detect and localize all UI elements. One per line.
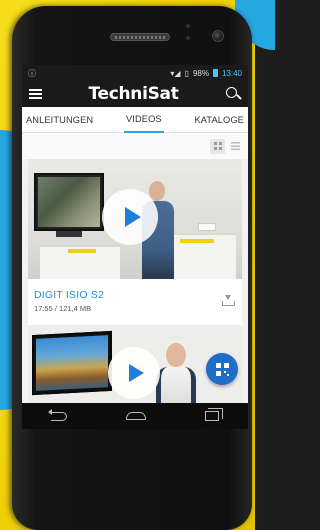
play-icon[interactable] xyxy=(108,347,160,399)
tab-kataloge[interactable]: KATALOGE xyxy=(192,108,246,132)
list-view-icon xyxy=(231,142,240,150)
video-card[interactable]: DIGIT ISIO S2 17:55 / 121,4 MB xyxy=(28,159,242,325)
tab-anleitungen[interactable]: ANLEITUNGEN xyxy=(24,108,95,132)
list-view-button[interactable] xyxy=(228,139,243,154)
battery-percent: 98% xyxy=(192,68,209,78)
phone-screen: ⓘ ▾◢ ▯ 98% 13:40 TechniSat ANLEITUNGEN V… xyxy=(22,65,248,429)
notification-icon: ⓘ xyxy=(28,68,36,78)
download-icon[interactable] xyxy=(222,295,235,306)
hamburger-icon[interactable] xyxy=(29,87,42,101)
qr-code-icon xyxy=(215,362,229,376)
video-title[interactable]: DIGIT ISIO S2 xyxy=(34,289,236,301)
sensor-dot xyxy=(186,24,190,28)
video-meta: DIGIT ISIO S2 17:55 / 121,4 MB xyxy=(28,279,242,325)
grid-view-icon xyxy=(213,142,222,150)
recent-apps-icon[interactable] xyxy=(204,408,223,421)
search-icon[interactable] xyxy=(225,86,241,102)
app-bar: TechniSat xyxy=(22,81,248,107)
video-thumbnail[interactable] xyxy=(28,159,242,279)
video-duration-size: 17:55 / 121,4 MB xyxy=(34,304,92,313)
grid-view-button[interactable] xyxy=(210,138,225,154)
view-toggle-bar xyxy=(22,133,248,159)
status-bar: ⓘ ▾◢ ▯ 98% 13:40 xyxy=(22,65,248,81)
system-nav-bar xyxy=(22,403,248,429)
home-icon[interactable] xyxy=(125,412,146,420)
earpiece-speaker xyxy=(110,33,170,41)
sensor-dot xyxy=(186,36,190,40)
tab-bar: ANLEITUNGEN VIDEOS KATALOGE xyxy=(22,107,248,133)
video-list: DIGIT ISIO S2 17:55 / 121,4 MB xyxy=(22,159,248,429)
front-camera xyxy=(212,30,224,42)
qr-scan-button[interactable] xyxy=(206,353,238,385)
back-icon[interactable] xyxy=(48,408,68,421)
sim-icon: ▯ xyxy=(184,68,189,78)
phone-chin xyxy=(22,429,248,509)
battery-icon xyxy=(212,69,218,77)
tab-videos[interactable]: VIDEOS xyxy=(123,107,164,133)
wifi-signal-icon: ▾◢ xyxy=(170,68,181,78)
play-icon[interactable] xyxy=(102,189,158,245)
clock: 13:40 xyxy=(221,68,242,78)
brand-logo: TechniSat xyxy=(88,84,179,104)
